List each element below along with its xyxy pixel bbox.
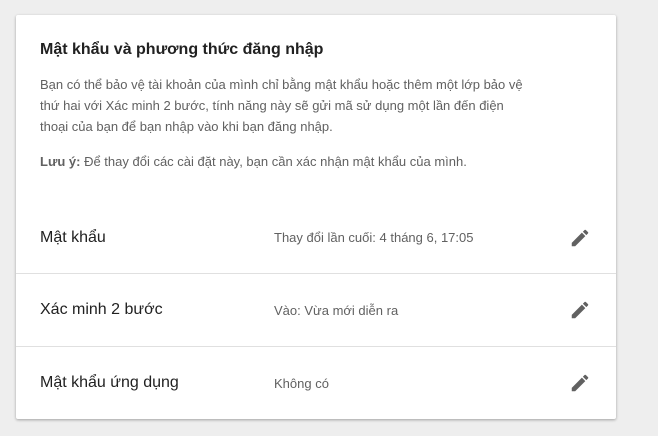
edit-2-step-button[interactable] [566, 296, 594, 324]
section-note: Lưu ý: Để thay đổi các cài đặt này, bạn … [40, 151, 592, 172]
note-text: Để thay đổi các cài đặt này, bạn cần xác… [80, 154, 467, 169]
row-app-passwords-label: Mật khẩu ứng dụng [40, 374, 179, 391]
edit-app-passwords-button[interactable] [566, 369, 594, 397]
pencil-icon [571, 374, 589, 392]
card-header: Mật khẩu và phương thức đăng nhập Bạn có… [16, 15, 616, 201]
section-description: Bạn có thể bảo vệ tài khoản của mình chỉ… [40, 77, 523, 134]
row-app-passwords[interactable]: Mật khẩu ứng dụng Không có [16, 346, 616, 419]
note-label: Lưu ý: [40, 154, 81, 169]
sign-in-methods-card: Mật khẩu và phương thức đăng nhập Bạn có… [16, 15, 616, 419]
row-2-step-label: Xác minh 2 bước [40, 301, 163, 318]
row-password-label: Mật khẩu [40, 228, 106, 246]
row-2-step-verification[interactable]: Xác minh 2 bước Vào: Vừa mới diễn ra [16, 273, 616, 346]
row-2-step-value: Vào: Vừa mới diễn ra [274, 302, 399, 318]
pencil-icon [571, 229, 589, 246]
row-password-value: Thay đổi lần cuối: 4 tháng 6, 17:05 [274, 230, 474, 245]
section-title: Mật khẩu và phương thức đăng nhập [40, 41, 324, 58]
edit-password-button[interactable] [566, 224, 594, 252]
row-password[interactable]: Mật khẩu Thay đổi lần cuối: 4 tháng 6, 1… [16, 201, 616, 274]
row-app-passwords-value: Không có [274, 375, 329, 391]
pencil-icon [571, 301, 589, 319]
